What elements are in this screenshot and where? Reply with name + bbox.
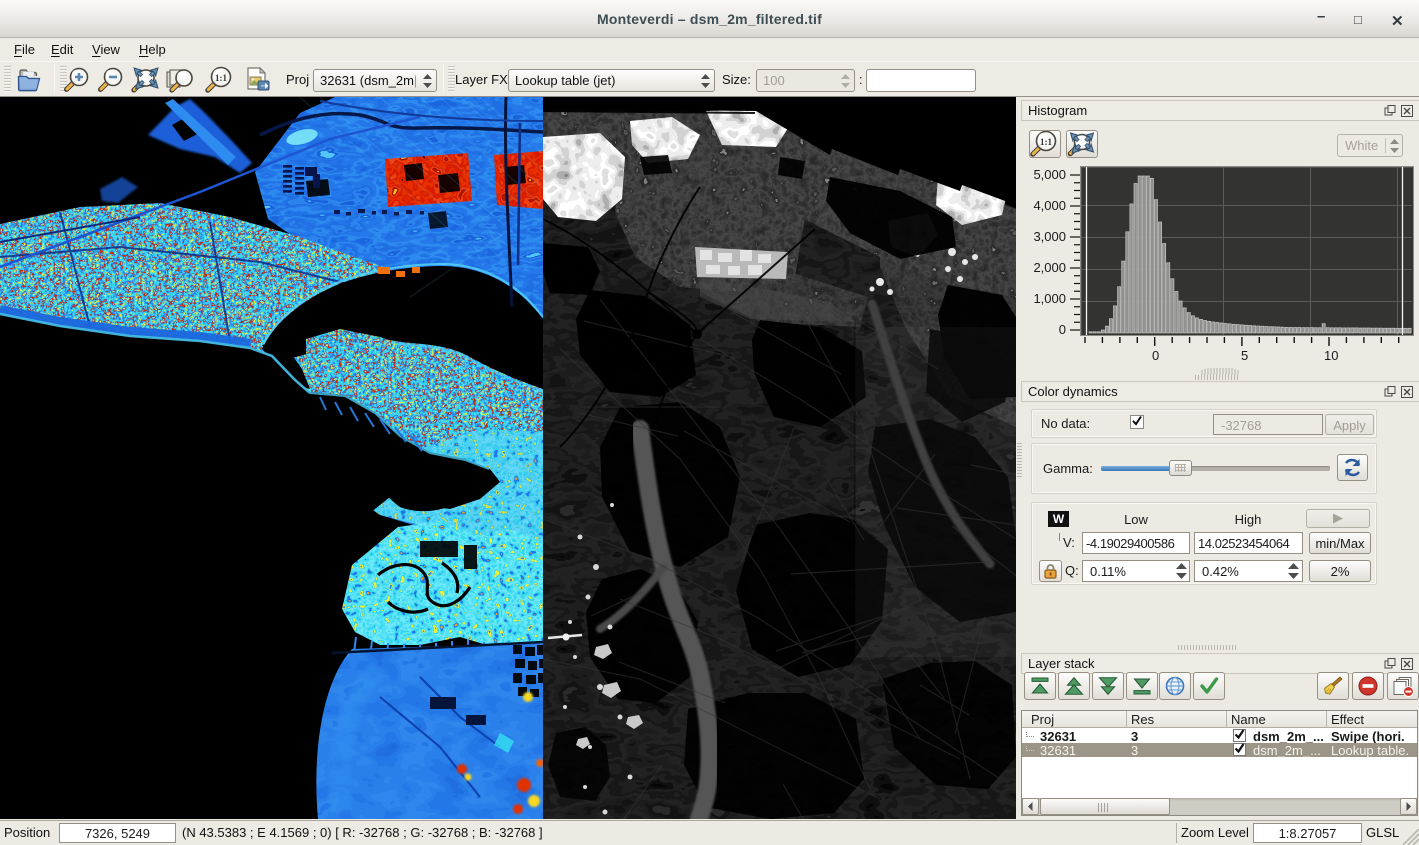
svg-text:1:1: 1:1 [215, 73, 227, 83]
svg-text:1:1: 1:1 [1040, 137, 1052, 147]
